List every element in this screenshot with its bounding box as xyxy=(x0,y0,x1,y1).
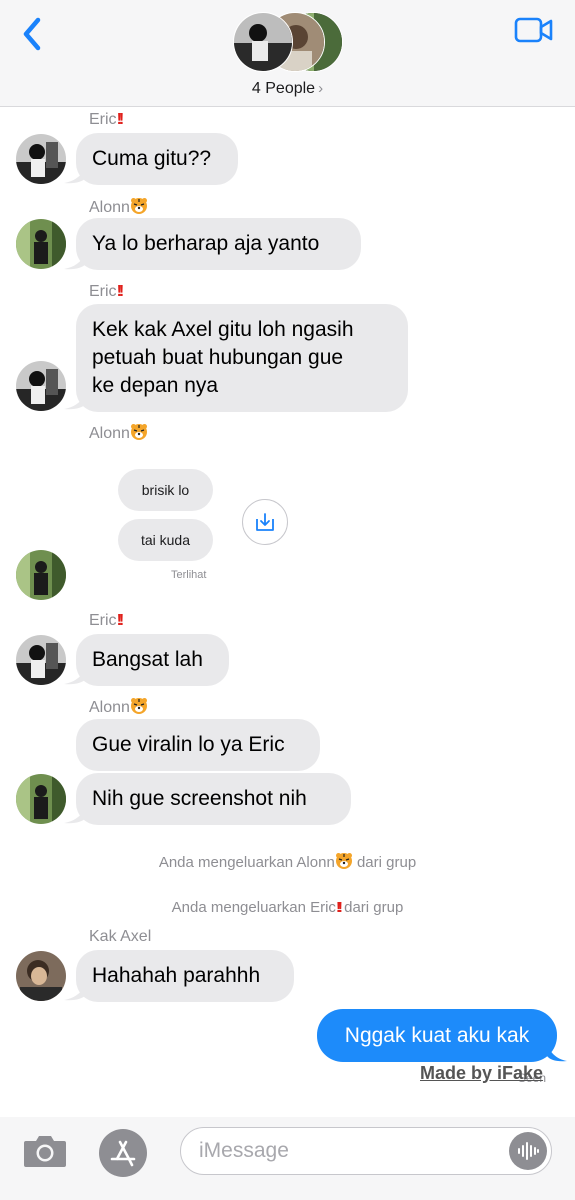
message-bubble[interactable]: Hahahah parahhh xyxy=(76,950,294,1002)
camera-button[interactable] xyxy=(22,1133,68,1169)
message-text: Nih gue screenshot nih xyxy=(92,787,307,810)
watermark: Made by iFake xyxy=(420,1063,544,1083)
sender-name: Kak Axel xyxy=(89,928,152,945)
group-avatar xyxy=(233,12,293,72)
app-store-button[interactable] xyxy=(99,1129,147,1177)
message-text: Nggak kuat aku kak xyxy=(344,1023,530,1047)
double-exclamation-icon: !! xyxy=(116,283,124,300)
message-text: Ya lo berharap aja yanto xyxy=(92,232,320,255)
sender-name: Alonn xyxy=(89,697,148,717)
system-message: Anda mengeluarkan Eric!! dari grup xyxy=(171,899,404,916)
double-exclamation-icon: !! xyxy=(116,111,124,128)
save-attachment-button[interactable] xyxy=(242,499,288,545)
tiger-face-icon xyxy=(130,698,147,714)
message-text-line: Kek kak Axel gitu loh ngasih xyxy=(92,318,354,341)
avatar-alonn[interactable] xyxy=(16,550,66,600)
avatar-eric[interactable] xyxy=(16,635,66,685)
message-input[interactable] xyxy=(180,1127,552,1175)
attachment-text: brisik lo xyxy=(141,482,190,498)
message-text: Bangsat lah xyxy=(92,648,203,671)
message-text-line: petuah buat hubungan gue xyxy=(92,346,344,369)
message-bubble[interactable]: Nih gue screenshot nih xyxy=(76,773,351,825)
tiger-face-icon xyxy=(130,198,147,214)
message-bubble[interactable]: Cuma gitu?? xyxy=(76,133,238,185)
sender-name: Alonn xyxy=(89,423,148,443)
attachment-bubble[interactable]: brisik lo xyxy=(118,469,213,511)
tiger-face-icon xyxy=(335,853,352,869)
avatar-alonn[interactable] xyxy=(16,774,66,824)
message-text: Gue viralin lo ya Eric xyxy=(92,733,285,756)
message-text: Hahahah parahhh xyxy=(92,964,261,987)
audio-waveform-icon xyxy=(518,1142,539,1160)
attachment-text: tai kuda xyxy=(140,532,191,548)
group-title-label: 4 People xyxy=(251,80,316,97)
avatar-kak-axel[interactable] xyxy=(16,951,66,1001)
conversation-header: 4 People › xyxy=(0,0,575,107)
message-bubble[interactable]: Gue viralin lo ya Eric xyxy=(76,719,320,771)
chevron-left-icon xyxy=(23,17,41,51)
camera-icon xyxy=(24,1136,66,1167)
compose-bar xyxy=(0,1117,575,1200)
app-store-icon xyxy=(110,1140,136,1167)
message-bubble[interactable]: Bangsat lah xyxy=(76,634,229,686)
audio-message-button[interactable] xyxy=(509,1132,547,1170)
avatar-alonn[interactable] xyxy=(16,219,66,269)
avatar-eric[interactable] xyxy=(16,134,66,184)
back-button[interactable] xyxy=(18,14,48,54)
group-title[interactable]: 4 People › xyxy=(0,80,575,98)
chevron-right-icon: › xyxy=(318,80,324,97)
group-avatar-stack[interactable] xyxy=(233,12,343,72)
video-call-button[interactable] xyxy=(514,16,554,44)
download-icon xyxy=(256,513,274,531)
message-bubble[interactable]: Ya lo berharap aja yanto xyxy=(76,218,361,270)
message-text: Cuma gitu?? xyxy=(92,147,212,170)
read-status: Terlihat xyxy=(171,569,207,581)
sender-name: Eric!! xyxy=(89,612,124,629)
message-text-line: ke depan nya xyxy=(92,374,219,397)
double-exclamation-icon: !! xyxy=(116,612,124,629)
sender-name: Eric!! xyxy=(89,283,124,300)
attachment-bubble[interactable]: tai kuda xyxy=(118,519,213,561)
sender-name: Eric!! xyxy=(89,111,124,128)
outgoing-message-bubble[interactable]: Nggak kuat aku kak xyxy=(317,1009,557,1062)
system-message: Anda mengeluarkan Alonn dari grup xyxy=(158,853,417,871)
sender-name: Alonn xyxy=(89,197,148,217)
avatar-eric[interactable] xyxy=(16,361,66,411)
message-bubble[interactable]: Kek kak Axel gitu loh ngasih petuah buat… xyxy=(76,304,408,412)
video-camera-icon xyxy=(514,17,553,43)
tiger-face-icon xyxy=(130,424,147,440)
